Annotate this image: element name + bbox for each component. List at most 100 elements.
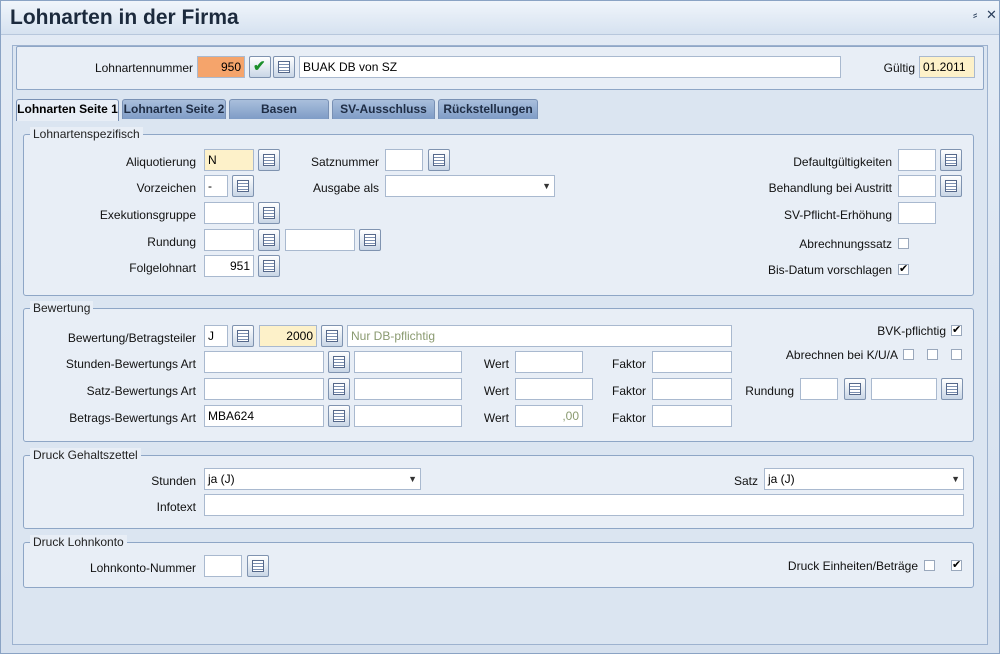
einheiten-checkbox[interactable] [924, 560, 935, 571]
betrags-bewertung-input[interactable]: MBA624 [204, 405, 324, 427]
defaultgueltig-list-button[interactable] [940, 149, 962, 171]
tab-rueckstellungen[interactable]: Rückstellungen [438, 99, 538, 119]
chevron-down-icon: ▼ [408, 474, 417, 484]
wert-label-2: Wert [483, 384, 509, 398]
bvk-checkbox[interactable]: ✔ [951, 325, 962, 336]
betraege-checkbox[interactable]: ✔ [951, 560, 962, 571]
svpflicht-label: SV-Pflicht-Erhöhung [783, 208, 892, 222]
betrags-bewertung-label: Betrags-Bewertungs Art [69, 411, 196, 425]
bvk-label: BVK-pflichtig [877, 324, 946, 338]
gueltig-input[interactable]: 01.2011 [919, 56, 975, 78]
satz-bewertung-list-button[interactable] [328, 378, 350, 400]
faktor-input-3[interactable] [652, 405, 732, 427]
tab-lohnarten-seite-2[interactable]: Lohnarten Seite 2 [122, 99, 226, 119]
faktor-input-2[interactable] [652, 378, 732, 400]
ausgabe-select[interactable]: ▼ [385, 175, 555, 197]
aliquotierung-label: Aliquotierung [125, 155, 196, 169]
aliquotierung-input[interactable]: N [204, 149, 254, 171]
window-title: Lohnarten in der Firma [10, 6, 239, 29]
folgelohnart-list-button[interactable] [258, 255, 280, 277]
folgelohnart-input[interactable]: 951 [204, 255, 254, 277]
stunden-bewertung-label: Stunden-Bewertungs Art [65, 357, 196, 371]
infotext-input[interactable] [204, 494, 964, 516]
wert-input-2[interactable] [515, 378, 593, 400]
bisdatum-checkbox[interactable]: ✔ [898, 264, 909, 275]
stunden-bewertung-text-input[interactable] [354, 351, 462, 373]
list-icon [364, 234, 376, 246]
betragsteiler-amount-input[interactable]: 2000 [259, 325, 317, 347]
list-icon [326, 330, 338, 342]
bewertung-rundung-text-list-button[interactable] [941, 378, 963, 400]
lohnartennummer-label: Lohnartennummer [94, 61, 193, 75]
betrags-bewertung-list-button[interactable] [328, 405, 350, 427]
stunden-bewertung-list-button[interactable] [328, 351, 350, 373]
betrags-bewertung-text-input[interactable] [354, 405, 462, 427]
druck-satz-select[interactable]: ja (J) ▼ [764, 468, 964, 490]
rundung-input[interactable] [204, 229, 254, 251]
kua-u-checkbox[interactable] [927, 349, 938, 360]
satznummer-list-button[interactable] [428, 149, 450, 171]
satz-bewertung-text-input[interactable] [354, 378, 462, 400]
list-icon [263, 234, 275, 246]
bewertung-rundung-label: Rundung [745, 384, 794, 398]
list-icon [263, 154, 275, 166]
vorzeichen-input[interactable]: - [204, 175, 228, 197]
betragsteiler-amount-list-button[interactable] [321, 325, 343, 347]
druck-stunden-select[interactable]: ja (J) ▼ [204, 468, 421, 490]
lohnkonto-nummer-label: Lohnkonto-Nummer [89, 561, 196, 575]
betragsteiler-list-button[interactable] [232, 325, 254, 347]
chevron-down-icon: ▼ [951, 474, 960, 484]
faktor-input-1[interactable] [652, 351, 732, 373]
austritt-input[interactable] [898, 175, 936, 197]
austritt-label: Behandlung bei Austritt [768, 181, 892, 195]
lohnart-name-input[interactable]: BUAK DB von SZ [299, 56, 841, 78]
pin-icon[interactable]: ⸗ [973, 7, 977, 22]
satznummer-input[interactable] [385, 149, 423, 171]
tab-sv-ausschluss[interactable]: SV-Ausschluss [332, 99, 435, 119]
header-box: Lohnartennummer 950 ✔ BUAK DB von SZ Gül… [16, 46, 984, 90]
bewertung-legend: Bewertung [30, 301, 94, 315]
wert-input-3[interactable]: ,00 [515, 405, 583, 427]
wert-input-1[interactable] [515, 351, 583, 373]
title-bar: Lohnarten in der Firma ⸗ ✕ [1, 1, 999, 35]
defaultgueltig-label: Defaultgültigkeiten [793, 155, 892, 169]
tab-basen[interactable]: Basen [229, 99, 329, 119]
lohnartenspezifisch-group: Lohnartenspezifisch Aliquotierung N Vorz… [23, 127, 974, 296]
lohnartenspezifisch-legend: Lohnartenspezifisch [30, 127, 143, 141]
kua-a-checkbox[interactable] [951, 349, 962, 360]
close-icon[interactable]: ✕ [986, 7, 997, 23]
betragsteiler-input[interactable]: J [204, 325, 228, 347]
list-icon [237, 330, 249, 342]
defaultgueltig-input[interactable] [898, 149, 936, 171]
satz-bewertung-input[interactable] [204, 378, 324, 400]
lohnkonto-nummer-list-button[interactable] [247, 555, 269, 577]
tab-lohnarten-seite-1[interactable]: Lohnarten Seite 1 [16, 99, 119, 121]
confirm-button[interactable]: ✔ [249, 56, 271, 78]
list-icon [333, 356, 345, 368]
rundung-text-list-button[interactable] [359, 229, 381, 251]
exekutionsgruppe-list-button[interactable] [258, 202, 280, 224]
svpflicht-input[interactable] [898, 202, 936, 224]
rundung-text-input[interactable] [285, 229, 355, 251]
satznummer-label: Satznummer [310, 155, 379, 169]
kua-k-checkbox[interactable] [903, 349, 914, 360]
lohnartennummer-input[interactable]: 950 [197, 56, 245, 78]
bewertung-rundung-list-button[interactable] [844, 378, 866, 400]
vorzeichen-list-button[interactable] [232, 175, 254, 197]
list-icon [237, 180, 249, 192]
bewertung-rundung-input[interactable] [800, 378, 838, 400]
stunden-bewertung-input[interactable] [204, 351, 324, 373]
bewertung-rundung-text-input[interactable] [871, 378, 937, 400]
betragsteiler-text-input[interactable]: Nur DB-pflichtig [347, 325, 732, 347]
lohnkonto-nummer-input[interactable] [204, 555, 242, 577]
austritt-list-button[interactable] [940, 175, 962, 197]
list-icon [945, 154, 957, 166]
aliquotierung-list-button[interactable] [258, 149, 280, 171]
list-button[interactable] [273, 56, 295, 78]
gueltig-label: Gültig [883, 61, 915, 75]
rundung-list-button[interactable] [258, 229, 280, 251]
list-icon [252, 560, 264, 572]
wert-label-1: Wert [483, 357, 509, 371]
abrechnungssatz-checkbox[interactable] [898, 238, 909, 249]
exekutionsgruppe-input[interactable] [204, 202, 254, 224]
